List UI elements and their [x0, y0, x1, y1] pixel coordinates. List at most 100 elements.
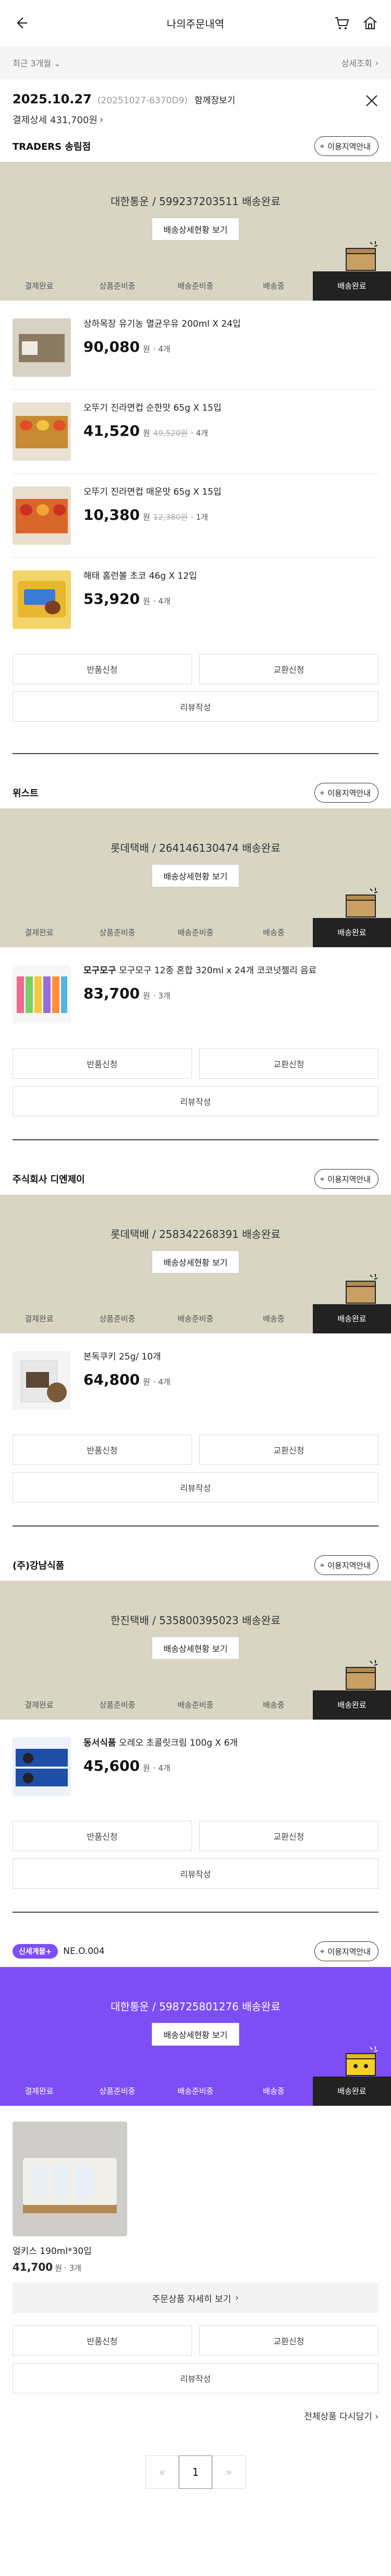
delivery-status-panel: 대한통운 / 599237203511 배송완료 배송상세현황 보기 결제완료 …	[0, 162, 391, 301]
step-shipping: 배송중	[263, 281, 285, 291]
location-pin-icon: ⌖	[320, 141, 325, 151]
order-header: 2025.10.27 (20251027-6370D9) 함께장보기 결제상세 …	[0, 79, 391, 130]
exchange-request-button[interactable]: 교환신청	[199, 1435, 378, 1465]
product-name[interactable]: 오뚜기 진라면컵 순한맛 65g X 15입	[83, 402, 222, 415]
close-icon[interactable]	[365, 94, 378, 110]
carrier-tracking: 롯데택배 / 258342268391 배송완료	[111, 1227, 280, 1241]
product-item[interactable]: 오뚜기 진라면컵 매운맛 65g X 15입 10,380 원 12,380원 …	[13, 473, 378, 557]
step-delivered: 배송완료	[313, 271, 391, 301]
write-review-button[interactable]: 리뷰작성	[13, 691, 378, 722]
period-select[interactable]: 최근 3개월 ⌄	[13, 56, 61, 69]
section-divider	[13, 1912, 378, 1913]
mall-badge: 신세계몰+	[13, 1944, 58, 1959]
step-paid: 결제완료	[25, 1700, 54, 1710]
product-name[interactable]: 얼키스 190ml*30입	[13, 2244, 378, 2257]
seller-section: 주식회사 디엔제이 ⌖ 이용지역안내 롯데택배 / 258342268391 배…	[0, 1163, 391, 1502]
product-thumbnail[interactable]	[13, 318, 71, 377]
delivery-steps: 결제완료 상품준비중 배송준비중 배송중 배송완료	[0, 271, 391, 301]
region-info-button[interactable]: ⌖ 이용지역안내	[314, 783, 378, 803]
product-item[interactable]: 동서식품 오레오 초콜릿크림 100g X 6개 45,600 원 · 4개	[13, 1725, 378, 1808]
product-item[interactable]: 상하목장 유기농 멸균우유 200ml X 24입 90,080 원 · 4개	[13, 306, 378, 389]
tracking-detail-button[interactable]: 배송상세현황 보기	[151, 2022, 240, 2046]
section-divider	[13, 753, 378, 754]
section-divider	[13, 1139, 378, 1140]
exchange-request-button[interactable]: 교환신청	[199, 2325, 378, 2356]
product-thumbnail[interactable]	[13, 486, 71, 545]
tracking-detail-button[interactable]: 배송상세현황 보기	[151, 864, 240, 887]
product-thumbnail[interactable]	[13, 2121, 127, 2236]
exchange-request-button[interactable]: 교환신청	[199, 1048, 378, 1079]
top-bar: 나의주문내역	[0, 0, 391, 46]
exchange-request-button[interactable]: 교환신청	[199, 1821, 378, 1851]
product-thumbnail[interactable]	[13, 570, 71, 629]
write-review-button[interactable]: 리뷰작성	[13, 1858, 378, 1889]
region-info-button[interactable]: ⌖ 이용지역안내	[314, 1555, 378, 1575]
product-item[interactable]: 오뚜기 진라면컵 순한맛 65g X 15입 41,520 원 49,520원 …	[13, 389, 378, 473]
delivery-box-icon	[344, 2044, 381, 2079]
return-request-button[interactable]: 반품신청	[13, 1435, 192, 1465]
product-name[interactable]: 상하목장 유기농 멸균우유 200ml X 24입	[83, 318, 241, 331]
chevron-right-icon: ›	[235, 2293, 239, 2303]
next-page-button[interactable]: »	[212, 2455, 246, 2489]
product-thumbnail[interactable]	[13, 965, 71, 1023]
filter-bar: 최근 3개월 ⌄ 상세조회 ›	[0, 46, 391, 79]
delivery-box-icon	[344, 239, 381, 273]
product-thumbnail[interactable]	[13, 402, 71, 461]
carrier-tracking: 한진택배 / 535800395023 배송완료	[111, 1614, 280, 1627]
tracking-detail-button[interactable]: 배송상세현황 보기	[151, 1636, 240, 1660]
step-preparing-item: 상품준비중	[99, 281, 136, 291]
chevron-right-icon: ›	[375, 57, 378, 68]
prev-page-button[interactable]: «	[145, 2455, 179, 2489]
view-order-details-button[interactable]: 주문상품 자세히 보기 ›	[13, 2283, 378, 2313]
product-item[interactable]: 해태 홈런볼 초코 46g X 12입 53,920 원 · 4개	[13, 557, 378, 641]
seller-name: TRADERS 송림점	[13, 141, 91, 152]
delivery-status-panel: 한진택배 / 535800395023 배송완료 배송상세현황 보기 결제완료 …	[0, 1581, 391, 1720]
return-request-button[interactable]: 반품신청	[13, 1821, 192, 1851]
region-info-button[interactable]: ⌖ 이용지역안내	[314, 136, 378, 156]
product-price: 83,700	[83, 984, 140, 1002]
chevron-right-icon: ›	[375, 2412, 378, 2422]
step-delivered: 배송완료	[313, 1304, 391, 1333]
step-preparing-delivery: 배송준비중	[177, 928, 214, 937]
product-quantity: · 4개	[153, 1377, 170, 1387]
tracking-detail-button[interactable]: 배송상세현황 보기	[151, 1250, 240, 1273]
region-info-button[interactable]: ⌖ 이용지역안내	[314, 1169, 378, 1189]
return-request-button[interactable]: 반품신청	[13, 2325, 192, 2356]
product-price: 64,800	[83, 1370, 140, 1388]
page-number[interactable]: 1	[179, 2455, 212, 2489]
product-name[interactable]: 오뚜기 진라면컵 매운맛 65g X 15입	[83, 486, 222, 499]
return-request-button[interactable]: 반품신청	[13, 1048, 192, 1079]
product-item[interactable]: 본독쿠키 25g/ 10개 64,800 원 · 4개	[13, 1339, 378, 1422]
tracking-detail-button[interactable]: 배송상세현황 보기	[151, 217, 240, 241]
write-review-button[interactable]: 리뷰작성	[13, 1086, 378, 1116]
product-name[interactable]: 본독쿠키 25g/ 10개	[83, 1351, 170, 1364]
product-price: 90,080	[83, 338, 140, 355]
product-item[interactable]: 모구모구 모구모구 12종 혼합 320ml x 24개 코코넛젤리 음료 83…	[13, 952, 378, 1036]
return-request-button[interactable]: 반품신청	[13, 654, 192, 684]
order-date: 2025.10.27	[13, 92, 92, 106]
location-pin-icon: ⌖	[320, 788, 325, 797]
product-name[interactable]: 동서식품 오레오 초콜릿크림 100g X 6개	[83, 1737, 238, 1750]
product-quantity: · 4개	[153, 596, 170, 606]
product-price: 10,380	[83, 506, 140, 523]
product-price: 53,920	[83, 590, 140, 607]
delivery-box-icon	[344, 1658, 381, 1692]
write-review-button[interactable]: 리뷰작성	[13, 2363, 378, 2393]
product-name[interactable]: 해태 홈런볼 초코 46g X 12입	[83, 570, 197, 583]
write-review-button[interactable]: 리뷰작성	[13, 1472, 378, 1502]
step-delivered: 배송완료	[313, 1690, 391, 1720]
section-divider	[13, 1525, 378, 1526]
region-info-button[interactable]: ⌖ 이용지역안내	[314, 1941, 378, 1961]
step-preparing-item: 상품준비중	[99, 1314, 136, 1323]
detail-search-button[interactable]: 상세조회 ›	[341, 56, 378, 69]
step-paid: 결제완료	[25, 2086, 54, 2096]
step-preparing-item: 상품준비중	[99, 2086, 136, 2096]
product-thumbnail[interactable]	[13, 1351, 71, 1410]
payment-detail-link[interactable]: 결제상세 431,700원 ›	[13, 113, 378, 126]
product-thumbnail[interactable]	[13, 1737, 71, 1796]
reorder-all-link[interactable]: 전체상품 다시담기 ›	[13, 2409, 378, 2435]
product-quantity: · 4개	[191, 428, 209, 438]
exchange-request-button[interactable]: 교환신청	[199, 654, 378, 684]
product-name[interactable]: 모구모구 모구모구 12종 혼합 320ml x 24개 코코넛젤리 음료	[83, 965, 316, 977]
step-paid: 결제완료	[25, 928, 54, 937]
